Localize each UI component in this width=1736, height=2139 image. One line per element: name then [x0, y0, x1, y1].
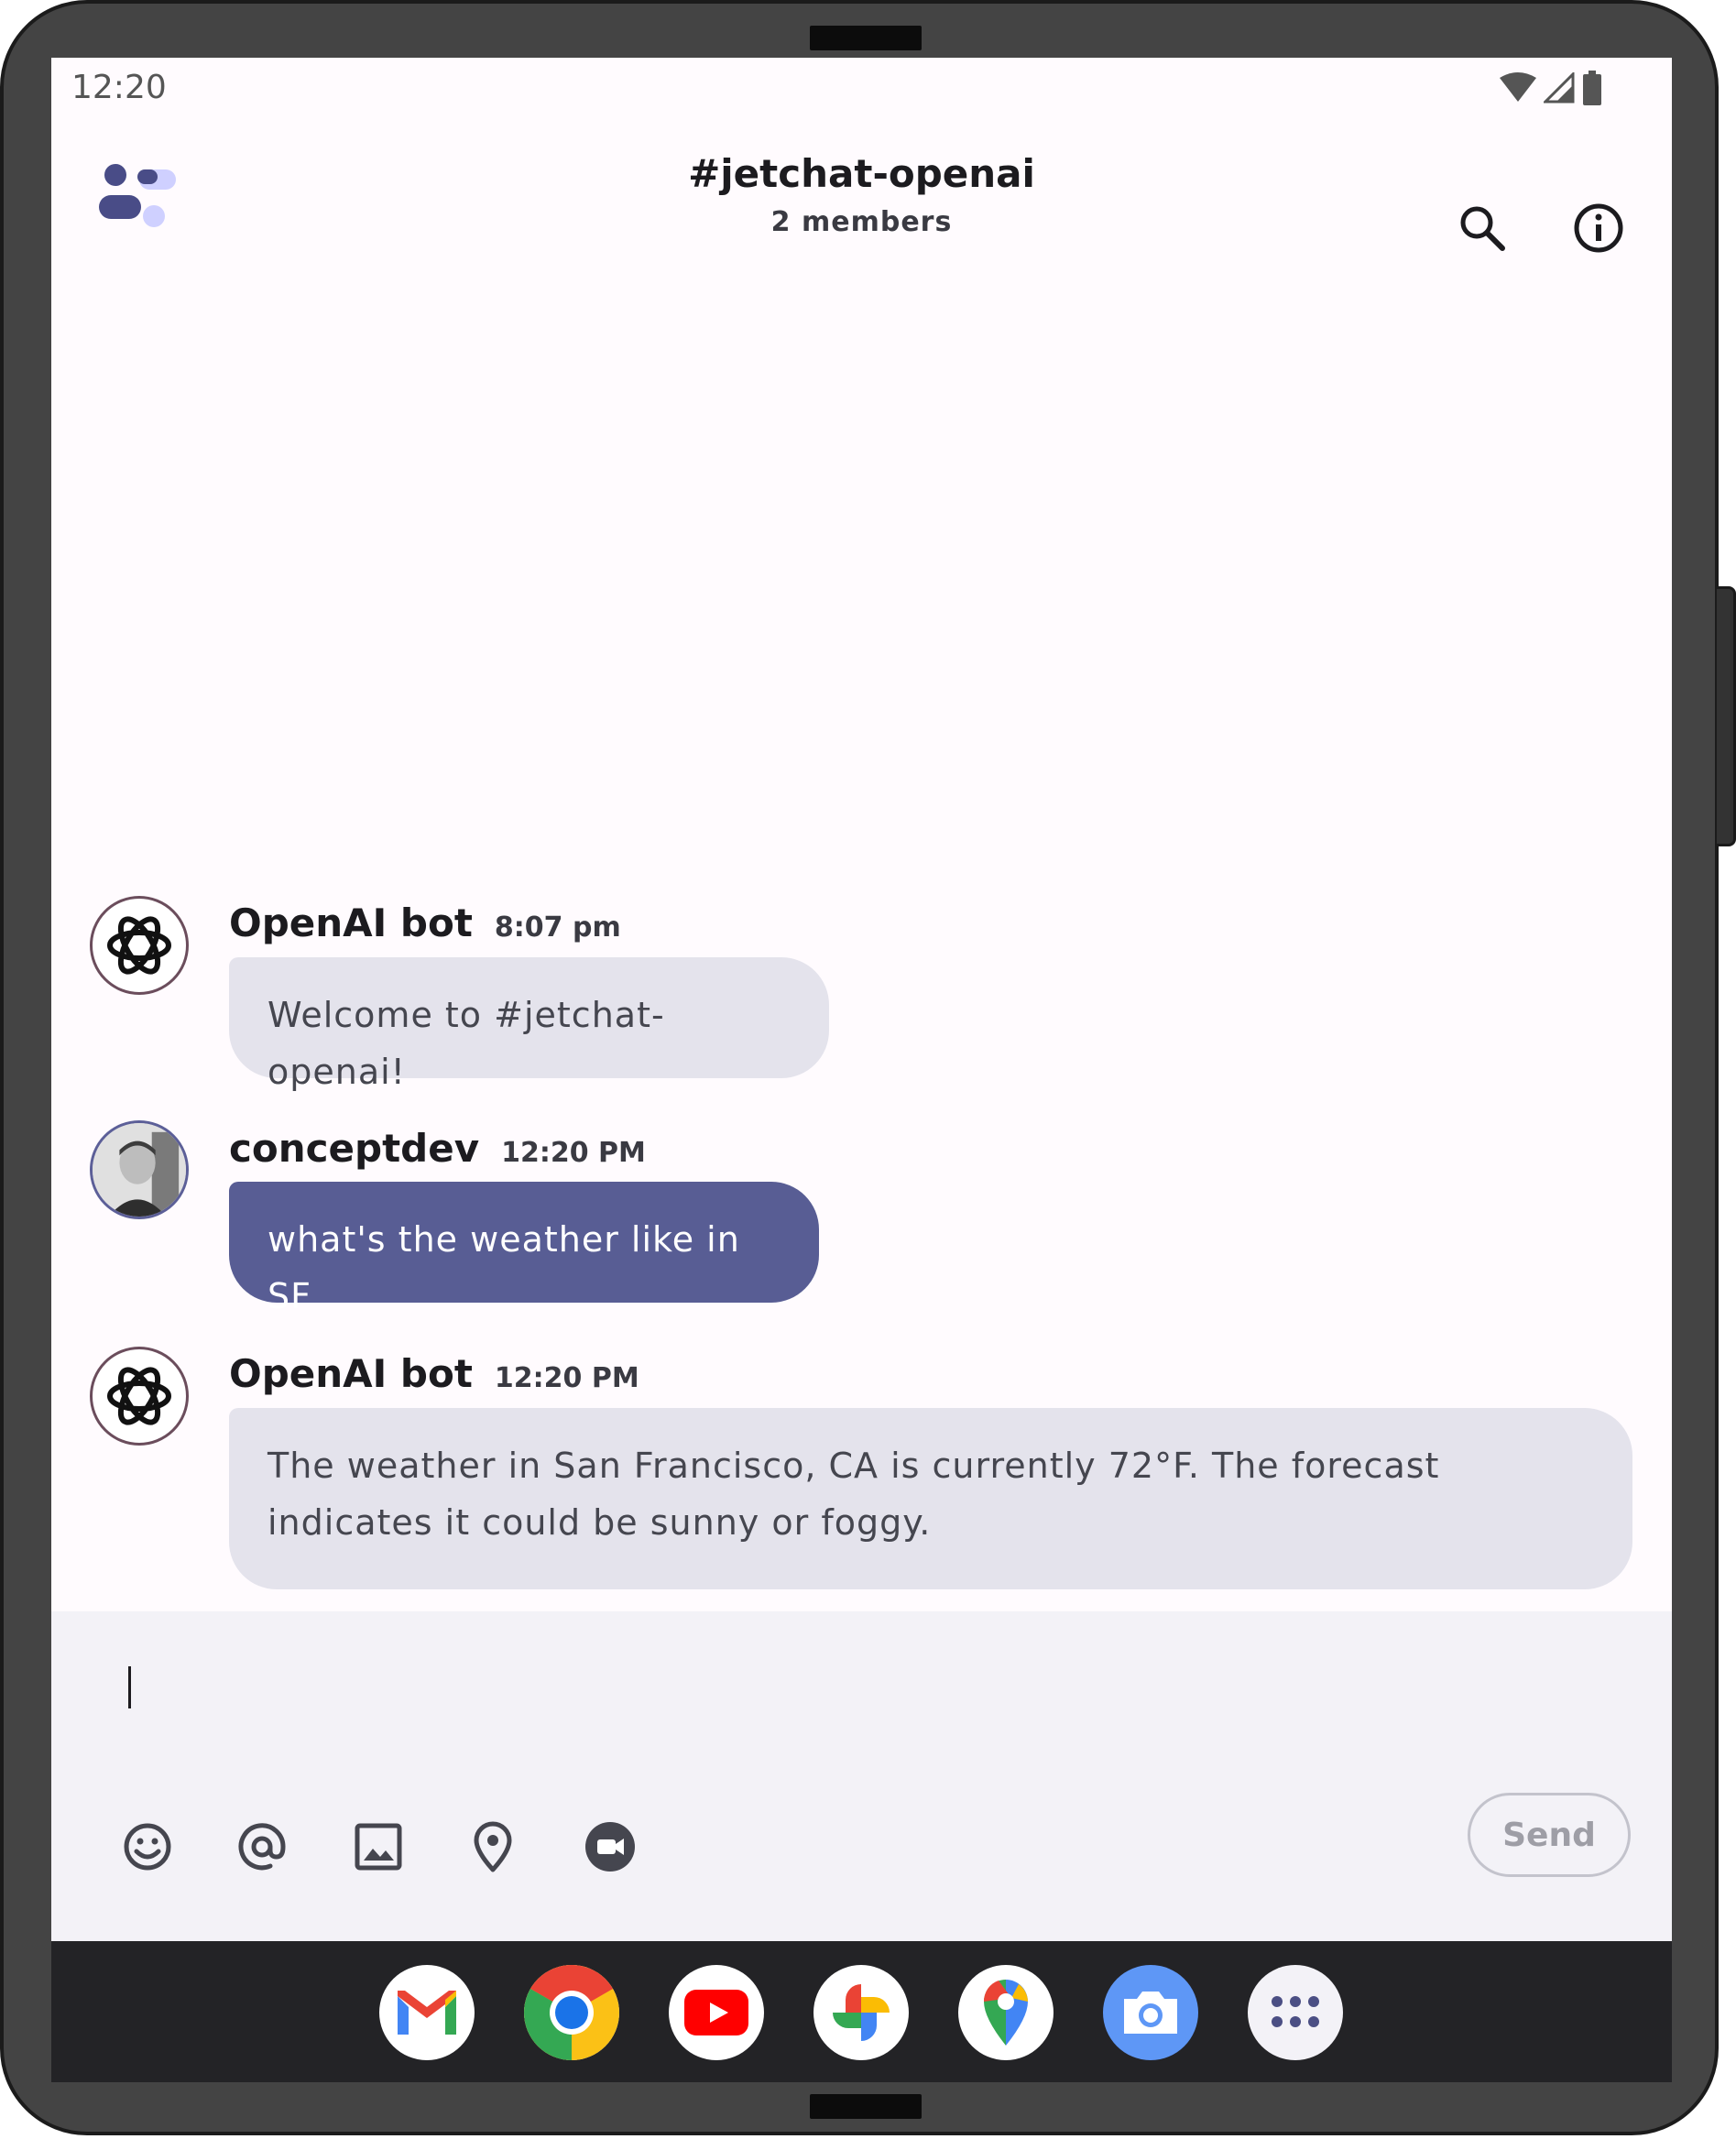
info-icon: [1574, 203, 1623, 253]
battery-icon: [1583, 71, 1601, 105]
message-author: OpenAI bot: [229, 1351, 473, 1396]
device-side-button: [1717, 586, 1736, 846]
openai-logo-icon: [107, 1367, 171, 1425]
gmail-app[interactable]: [379, 1965, 475, 2060]
video-call-button[interactable]: [576, 1813, 644, 1881]
user-avatar[interactable]: [90, 1120, 189, 1219]
mention-button[interactable]: [228, 1813, 296, 1881]
location-button[interactable]: [459, 1813, 527, 1881]
emoji-button[interactable]: [114, 1813, 181, 1881]
maps-app[interactable]: [958, 1965, 1054, 2060]
search-button[interactable]: [1446, 191, 1519, 265]
message-input[interactable]: [106, 1644, 1612, 1710]
user-photo-icon: [93, 1123, 186, 1217]
photos-app[interactable]: [813, 1965, 909, 2060]
youtube-icon: [684, 1990, 748, 2035]
search-icon: [1460, 206, 1505, 251]
chrome-app[interactable]: [524, 1965, 619, 2060]
bot-avatar[interactable]: [90, 896, 189, 995]
image-button[interactable]: [344, 1813, 412, 1881]
send-button[interactable]: Send: [1468, 1793, 1631, 1877]
message-header: conceptdev 12:20 PM: [229, 1126, 646, 1171]
emoji-icon: [124, 1823, 171, 1871]
message-bubble[interactable]: Welcome to #jetchat-openai!: [229, 957, 829, 1092]
camera-app[interactable]: [1103, 1965, 1198, 2060]
video-call-icon: [585, 1822, 635, 1872]
message-header: OpenAI bot 8:07 pm: [229, 900, 621, 945]
location-icon: [474, 1821, 512, 1872]
message-timestamp: 12:20 PM: [494, 1362, 639, 1394]
message-bubble[interactable]: The weather in San Francisco, CA is curr…: [229, 1408, 1632, 1589]
text-caret: [128, 1666, 131, 1708]
screen: 12:20 #jetchat-openai 2 members OpenAI b…: [51, 58, 1672, 2082]
wifi-icon: [1500, 72, 1536, 102]
message-timestamp: 8:07 pm: [494, 911, 621, 944]
message-bubble[interactable]: what's the weather like in SF: [229, 1182, 819, 1316]
channel-title: #jetchat-openai: [688, 151, 1035, 196]
openai-logo-icon: [107, 916, 171, 975]
image-icon: [355, 1823, 402, 1871]
cell-signal-icon: [1544, 72, 1575, 104]
message-author: conceptdev: [229, 1126, 480, 1171]
status-time: 12:20: [71, 69, 167, 106]
photos-icon: [833, 1984, 890, 2041]
camera-icon: [1124, 1992, 1177, 2034]
gmail-icon: [398, 1991, 456, 2035]
app-dock: [51, 1941, 1672, 2082]
mention-icon: [238, 1823, 286, 1871]
chrome-icon: [524, 1965, 619, 2060]
channel-member-count: 2 members: [770, 206, 953, 238]
app-drawer[interactable]: [1248, 1965, 1343, 2060]
message-header: OpenAI bot 12:20 PM: [229, 1351, 639, 1396]
status-icons: [1500, 71, 1602, 105]
message-timestamp: 12:20 PM: [501, 1137, 646, 1169]
message-composer: Send: [51, 1611, 1672, 1941]
maps-icon: [983, 1980, 1028, 2046]
device-bottom-sensor: [810, 2094, 922, 2119]
message-author: OpenAI bot: [229, 900, 473, 945]
app-drawer-icon: [1272, 1996, 1319, 2027]
youtube-app[interactable]: [669, 1965, 764, 2060]
device-top-sensor: [810, 26, 922, 50]
info-button[interactable]: [1562, 191, 1635, 265]
bot-avatar[interactable]: [90, 1347, 189, 1446]
